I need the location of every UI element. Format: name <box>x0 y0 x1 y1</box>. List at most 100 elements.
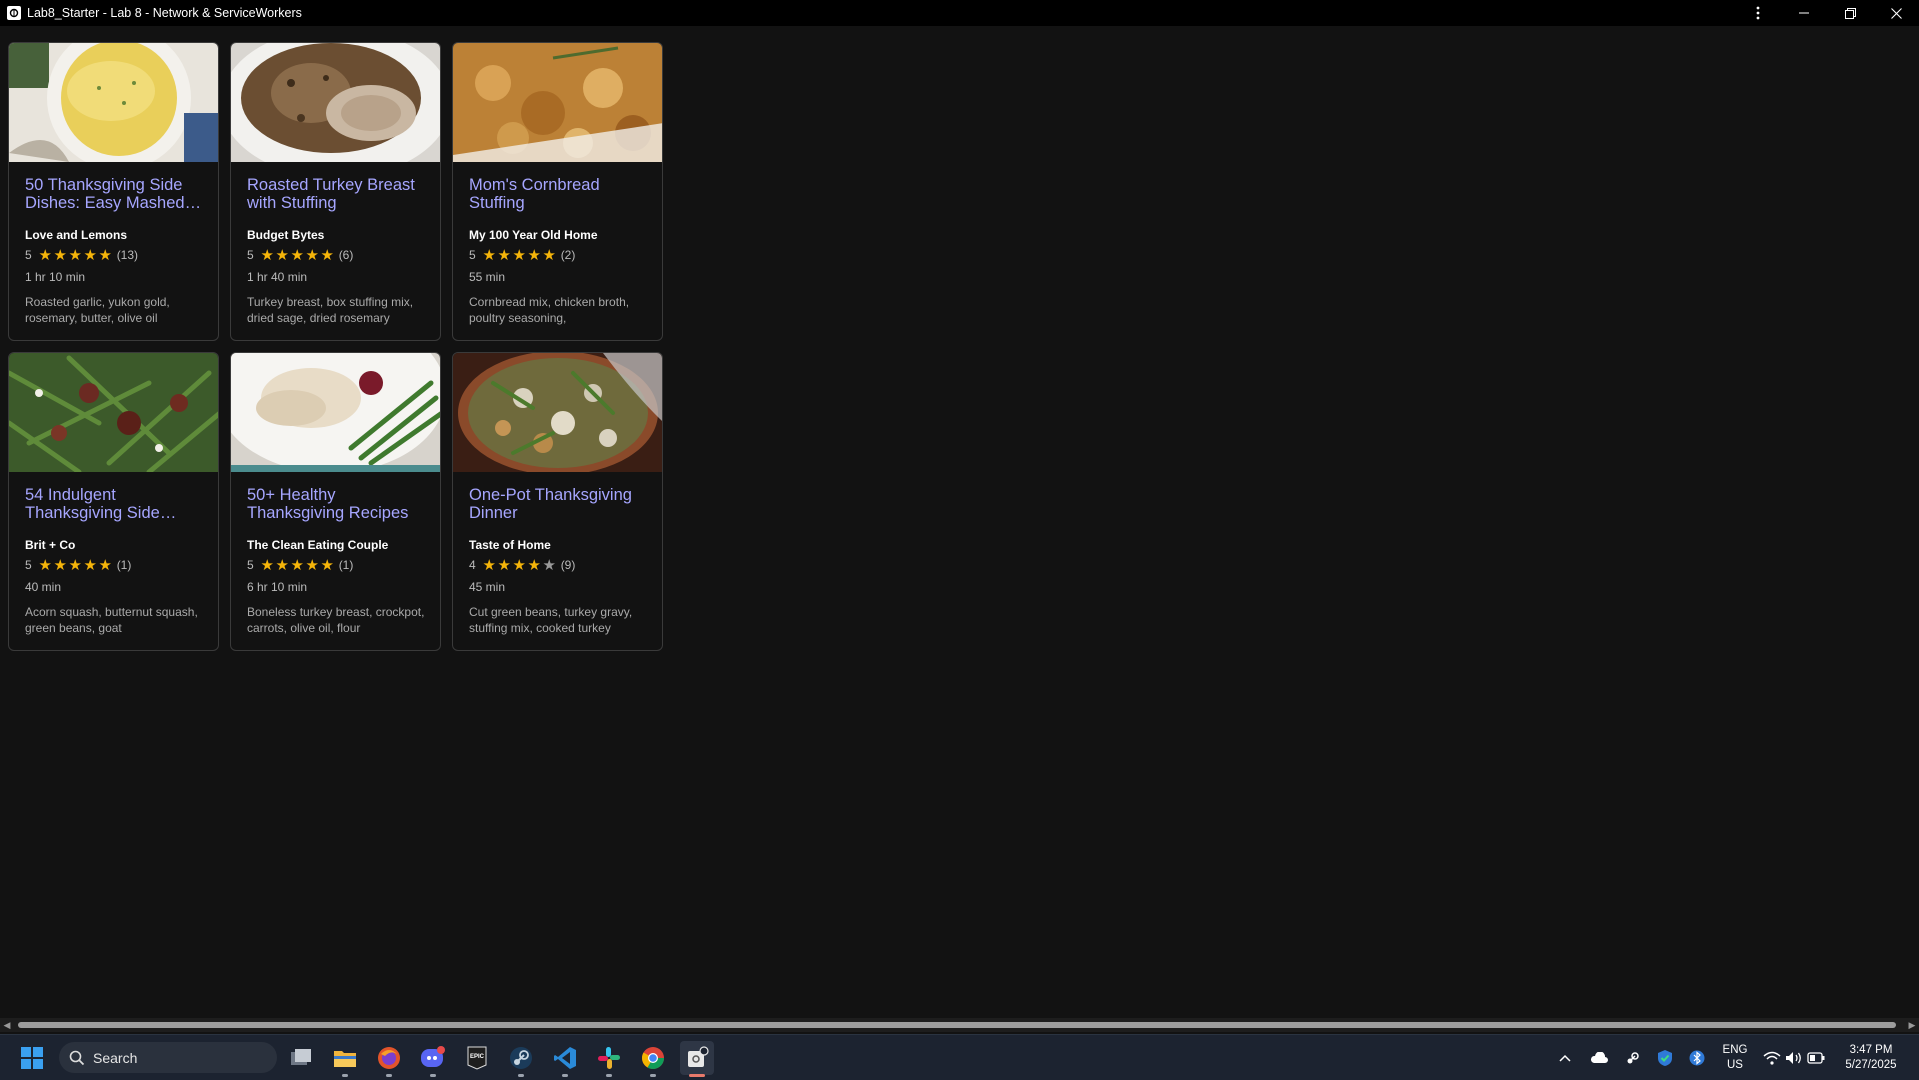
star-filled-icon: ★ <box>53 556 67 574</box>
recipe-ingredients: Roasted garlic, yukon gold, rosemary, bu… <box>25 295 170 325</box>
running-indicator <box>386 1074 392 1077</box>
star-rating: ★ ★ ★ ★ ★ <box>482 556 557 574</box>
recipe-ingredients: Cornbread mix, chicken broth, poultry se… <box>469 295 630 325</box>
recipe-time: 6 hr 10 min <box>247 580 308 594</box>
star-filled-icon: ★ <box>290 246 304 264</box>
page-content: 50 Thanksgiving Side Dishes: Easy Mashed… <box>0 26 1919 1021</box>
rating-value: 5 <box>469 248 476 262</box>
epic-games-icon[interactable]: EPIC <box>460 1041 494 1075</box>
star-filled-icon: ★ <box>275 246 289 264</box>
recipe-title-link[interactable]: Roasted Turkey Breast with Stuffing <box>247 176 427 212</box>
recipe-card[interactable]: 50 Thanksgiving Side Dishes: Easy Mashed… <box>8 42 219 341</box>
star-filled-icon: ★ <box>482 246 496 264</box>
recipe-card[interactable]: One-Pot Thanksgiving Dinner Taste of Hom… <box>452 352 663 651</box>
star-filled-icon: ★ <box>38 556 52 574</box>
star-filled-icon: ★ <box>497 556 511 574</box>
star-filled-icon: ★ <box>83 246 97 264</box>
onedrive-icon[interactable] <box>1586 1041 1612 1075</box>
star-empty-icon: ★ <box>542 556 556 574</box>
more-icon[interactable] <box>1735 0 1781 26</box>
star-filled-icon: ★ <box>482 556 496 574</box>
recipe-card[interactable]: Mom's Cornbread Stuffing My 100 Year Old… <box>452 42 663 341</box>
recipe-ingredients: Cut green beans, turkey gravy, stuffing … <box>469 605 633 635</box>
star-filled-icon: ★ <box>497 246 511 264</box>
window-title: Lab8_Starter - Lab 8 - Network & Service… <box>27 6 302 20</box>
recipe-card[interactable]: 50+ Healthy Thanksgiving Recipes The Cle… <box>230 352 441 651</box>
language-indicator[interactable]: ENG US <box>1718 1043 1752 1073</box>
star-filled-icon: ★ <box>320 556 334 574</box>
review-count: (1) <box>338 558 354 572</box>
horizontal-scrollbar[interactable]: ◀ ▶ <box>0 1018 1919 1032</box>
recipe-time: 55 min <box>469 270 506 284</box>
chrome-icon[interactable] <box>636 1041 670 1077</box>
clock[interactable]: 3:47 PM 5/27/2025 <box>1832 1043 1910 1073</box>
recipe-image <box>9 43 218 162</box>
star-filled-icon: ★ <box>53 246 67 264</box>
recipe-image <box>9 353 218 472</box>
recipe-rating: 5 ★ ★ ★ ★ ★ (1) <box>25 556 131 574</box>
file-explorer-icon[interactable] <box>328 1041 362 1077</box>
recipe-ingredients: Acorn squash, butternut squash, green be… <box>25 605 198 635</box>
star-rating: ★ ★ ★ ★ ★ <box>38 246 113 264</box>
recipe-image <box>453 43 662 162</box>
star-filled-icon: ★ <box>260 246 274 264</box>
minimize-icon[interactable] <box>1781 0 1827 26</box>
vscode-icon[interactable] <box>548 1041 582 1077</box>
clock-time: 3:47 PM <box>1849 1044 1893 1056</box>
recipe-source: Love and Lemons <box>25 228 128 242</box>
star-filled-icon: ★ <box>38 246 52 264</box>
recipe-card[interactable]: Roasted Turkey Breast with Stuffing Budg… <box>230 42 441 341</box>
star-filled-icon: ★ <box>68 246 82 264</box>
recipe-title-link[interactable]: Mom's Cornbread Stuffing <box>469 176 649 212</box>
volume-icon[interactable] <box>1782 1041 1806 1075</box>
review-count: (9) <box>560 558 576 572</box>
running-indicator <box>650 1074 656 1077</box>
recipe-time: 1 hr 40 min <box>247 270 308 284</box>
bluetooth-icon[interactable] <box>1684 1041 1710 1075</box>
recipe-card[interactable]: 54 Indulgent Thanksgiving Side… Brit + C… <box>8 352 219 651</box>
running-indicator <box>518 1074 524 1077</box>
windows-taskbar: Search EPIC ENG US 3:47 PM 5/27/2025 <box>0 1034 1919 1080</box>
security-shield-icon[interactable] <box>1652 1041 1678 1075</box>
star-filled-icon: ★ <box>512 556 526 574</box>
star-filled-icon: ★ <box>260 556 274 574</box>
star-rating: ★ ★ ★ ★ ★ <box>260 556 335 574</box>
recipe-source: Budget Bytes <box>247 228 325 242</box>
battery-icon[interactable] <box>1804 1041 1828 1075</box>
scrollbar-thumb[interactable] <box>18 1022 1896 1028</box>
recipe-title-link[interactable]: 54 Indulgent Thanksgiving Side… <box>25 486 205 522</box>
star-filled-icon: ★ <box>290 556 304 574</box>
start-icon[interactable] <box>15 1041 49 1075</box>
window-titlebar: Lab8_Starter - Lab 8 - Network & Service… <box>0 0 1919 26</box>
running-indicator <box>689 1074 705 1077</box>
star-filled-icon: ★ <box>305 556 319 574</box>
pwa-app-icon[interactable] <box>680 1041 714 1077</box>
scroll-left-arrow-icon[interactable]: ◀ <box>0 1018 14 1032</box>
recipe-rating: 4 ★ ★ ★ ★ ★ (9) <box>469 556 576 574</box>
rating-value: 5 <box>247 248 254 262</box>
wifi-icon[interactable] <box>1760 1041 1784 1075</box>
taskbar-search-input[interactable]: Search <box>59 1042 277 1073</box>
steam-tray-icon[interactable] <box>1620 1041 1646 1075</box>
discord-icon[interactable] <box>416 1041 450 1077</box>
scroll-right-arrow-icon[interactable]: ▶ <box>1905 1018 1919 1032</box>
tray-overflow-chevron-icon[interactable] <box>1552 1041 1578 1075</box>
svg-text:EPIC: EPIC <box>470 1054 485 1060</box>
recipe-title-link[interactable]: 50 Thanksgiving Side Dishes: Easy Mashed… <box>25 176 205 212</box>
star-rating: ★ ★ ★ ★ ★ <box>38 556 113 574</box>
restore-icon[interactable] <box>1827 0 1873 26</box>
task-view-icon[interactable] <box>284 1041 318 1075</box>
recipe-title-link[interactable]: 50+ Healthy Thanksgiving Recipes <box>247 486 427 522</box>
rating-value: 5 <box>247 558 254 572</box>
firefox-icon[interactable] <box>372 1041 406 1077</box>
recipe-rating: 5 ★ ★ ★ ★ ★ (6) <box>247 246 353 264</box>
region-code: US <box>1727 1059 1743 1071</box>
recipe-rating: 5 ★ ★ ★ ★ ★ (2) <box>469 246 575 264</box>
running-indicator <box>342 1074 348 1077</box>
recipe-title-link[interactable]: One-Pot Thanksgiving Dinner <box>469 486 649 522</box>
slack-icon[interactable] <box>592 1041 626 1077</box>
star-filled-icon: ★ <box>542 246 556 264</box>
steam-icon[interactable] <box>504 1041 538 1077</box>
recipe-rating: 5 ★ ★ ★ ★ ★ (13) <box>25 246 138 264</box>
close-icon[interactable] <box>1873 0 1919 26</box>
